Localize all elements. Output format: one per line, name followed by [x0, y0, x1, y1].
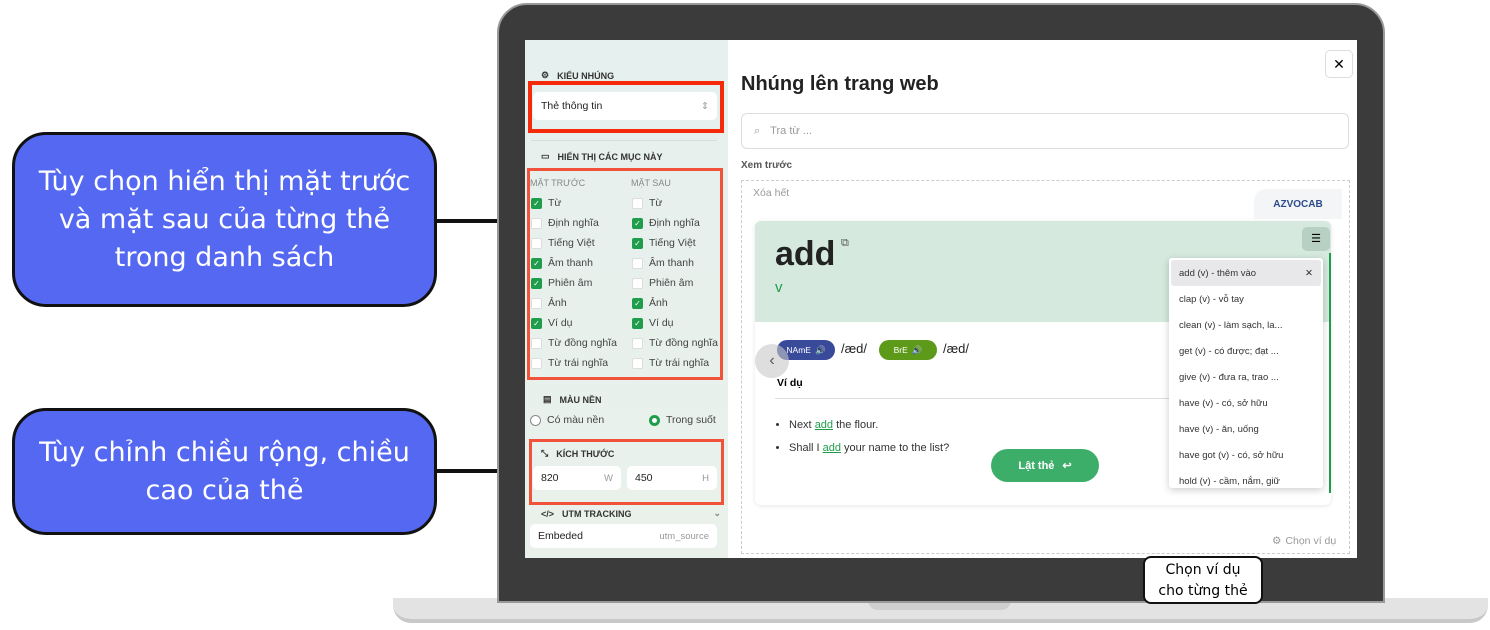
word-list-item[interactable]: clap (v) - vỗ tay	[1171, 286, 1321, 312]
radio-label: Có màu nền	[547, 414, 605, 426]
label: KIỂU NHÚNG	[557, 70, 615, 81]
chevron-down-icon: ⌄	[713, 508, 721, 518]
name-ipa: /æd/	[841, 341, 868, 356]
display-heading: ▭ HIỂN THỊ CÁC MỤC NÀY	[541, 151, 663, 162]
speaker-icon: 🔊	[911, 344, 923, 355]
word-list-label: clean (v) - làm sạch, la...	[1179, 319, 1283, 331]
prev-button[interactable]: ‹	[755, 344, 789, 378]
callout-size: Tùy chỉnh chiều rộng, chiều cao của thẻ	[12, 408, 437, 535]
input-key: utm_source	[659, 530, 709, 542]
highlight-box	[529, 439, 724, 505]
label: UTM TRACKING	[562, 508, 632, 519]
highlight-word: add	[814, 419, 834, 431]
button-label: Lật thẻ	[1018, 459, 1055, 472]
utm-heading[interactable]: </> UTM TRACKING ⌄	[541, 508, 721, 519]
card-word: add	[775, 235, 836, 273]
word-list-dropdown: add (v) - thêm vào ✕ clap (v) - vỗ tay clea…	[1169, 258, 1323, 488]
label: HIỂN THỊ CÁC MỤC NÀY	[557, 151, 663, 162]
list-icon: ☰	[1311, 233, 1321, 245]
word-list-label: have (v) - có, sở hữu	[1179, 397, 1268, 409]
word-list-item[interactable]: have (v) - ăn, uống	[1171, 416, 1321, 442]
list-toggle-button[interactable]: ☰	[1302, 227, 1330, 251]
clear-all-link[interactable]: Xóa hết	[753, 187, 789, 199]
word-list-item[interactable]: have got (v) - có, sở hữu	[1171, 442, 1321, 468]
embed-type-heading: ⚙ KIỂU NHÚNG	[541, 70, 614, 81]
close-icon: ✕	[1333, 55, 1345, 72]
close-button[interactable]: ✕	[1325, 50, 1353, 78]
screen: ⚙ KIỂU NHÚNG Thẻ thông tin ⇕ ▭ HIỂN THỊ CÁC…	[525, 40, 1357, 558]
radio-label: Trong suốt	[666, 414, 716, 426]
main-panel: ✕ Nhúng lên trang web ⌕ Tra từ ... Xem tr…	[728, 40, 1357, 558]
preview-frame: Xóa hết AZVOCAB add ⧉ v ☰ NAmE 🔊 /æd/ BrE…	[741, 180, 1350, 554]
external-link-icon[interactable]: ⧉	[841, 237, 849, 250]
speaker-icon: 🔊	[814, 344, 826, 355]
tooltip-choose-example: Chọn ví dụ cho từng thẻ	[1143, 556, 1263, 604]
background-heading: ▤ MÀU NỀN	[543, 394, 602, 405]
highlight-box	[527, 168, 723, 380]
example-list: Next add the flour. Shall I add your nam…	[789, 414, 949, 460]
remove-icon[interactable]: ✕	[1305, 268, 1313, 279]
word-list-item[interactable]: get (v) - có được; đạt ...	[1171, 338, 1321, 364]
radio-transparent[interactable]: Trong suốt	[649, 410, 716, 430]
sidebar: ⚙ KIỂU NHÚNG Thẻ thông tin ⇕ ▭ HIỂN THỊ CÁC…	[525, 40, 728, 558]
label: MÀU NỀN	[559, 394, 602, 405]
badge-label: BrE	[893, 345, 908, 355]
word-list-label: add (v) - thêm vào	[1179, 267, 1257, 279]
code-icon: </>	[541, 508, 555, 519]
bre-ipa: /æd/	[943, 341, 970, 356]
choose-example-button[interactable]: ⚙ Chọn ví dụ	[1272, 535, 1336, 547]
callout-text: Tùy chọn hiển thị mặt trước và mặt sau c…	[38, 165, 411, 273]
button-label: Chọn ví dụ	[1285, 535, 1337, 547]
text: the flour.	[833, 419, 879, 431]
preview-label: Xem trước	[741, 160, 793, 171]
search-icon: ⌕	[754, 124, 761, 137]
word-list-item[interactable]: add (v) - thêm vào ✕	[1171, 260, 1321, 286]
word-list-label: have (v) - ăn, uống	[1179, 423, 1259, 435]
example-item: Next add the flour.	[789, 414, 949, 437]
example-heading: Ví dụ	[777, 377, 803, 389]
word-list-label: hold (v) - cầm, nắm, giữ	[1179, 475, 1280, 487]
page-title: Nhúng lên trang web	[741, 73, 939, 95]
flip-card-button[interactable]: Lật thẻ ↩	[991, 449, 1099, 482]
example-item: Shall I add your name to the list?	[789, 437, 949, 460]
undo-icon: ↩	[1062, 460, 1072, 472]
word-list-label: have got (v) - có, sở hữu	[1179, 449, 1284, 461]
word-list-label: give (v) - đưa ra, trao ...	[1179, 371, 1279, 383]
word-list-item[interactable]: give (v) - đưa ra, trao ...	[1171, 364, 1321, 390]
radio-selected-icon	[649, 414, 660, 426]
text: Next	[789, 419, 815, 431]
divider	[775, 398, 1175, 399]
gear-icon: ⚙	[541, 70, 550, 80]
radio-icon	[530, 414, 541, 426]
text: your name to the list?	[841, 442, 950, 454]
callout-text: Tùy chỉnh chiều rộng, chiều cao của thẻ	[39, 436, 410, 506]
accent-bar	[1329, 253, 1331, 493]
utm-source-input[interactable]: Embeded utm_source	[530, 524, 717, 548]
tooltip-text: Chọn ví dụ cho từng thẻ	[1158, 562, 1248, 599]
word-list-item[interactable]: hold (v) - cầm, nắm, giữ	[1171, 468, 1321, 488]
divider	[531, 140, 717, 141]
card-icon: ▭	[541, 151, 550, 161]
word-list-label: clap (v) - vỗ tay	[1179, 293, 1244, 305]
callout-display-options: Tùy chọn hiển thị mặt trước và mặt sau c…	[12, 132, 437, 307]
bre-audio-button[interactable]: BrE 🔊	[879, 340, 937, 360]
word-list-item[interactable]: clean (v) - làm sạch, la...	[1171, 312, 1321, 338]
placeholder: Tra từ ...	[770, 125, 812, 137]
badge-label: NAmE	[786, 345, 811, 355]
highlight-box	[528, 81, 724, 133]
word-list-item[interactable]: have (v) - có, sở hữu	[1171, 390, 1321, 416]
gear-icon: ⚙	[1272, 535, 1282, 547]
text: Shall I	[789, 442, 823, 454]
chevron-left-icon: ‹	[769, 352, 775, 369]
azvocab-logo: AZVOCAB	[1254, 189, 1342, 219]
search-input[interactable]: ⌕ Tra từ ...	[741, 113, 1349, 149]
card-pos: v	[775, 279, 783, 296]
input-value: Embeded	[538, 530, 583, 542]
word-list-label: get (v) - có được; đạt ...	[1179, 345, 1279, 357]
radio-colored-bg[interactable]: Có màu nền	[530, 410, 604, 430]
window-icon: ▤	[543, 394, 552, 404]
highlight-word: add	[822, 442, 841, 454]
